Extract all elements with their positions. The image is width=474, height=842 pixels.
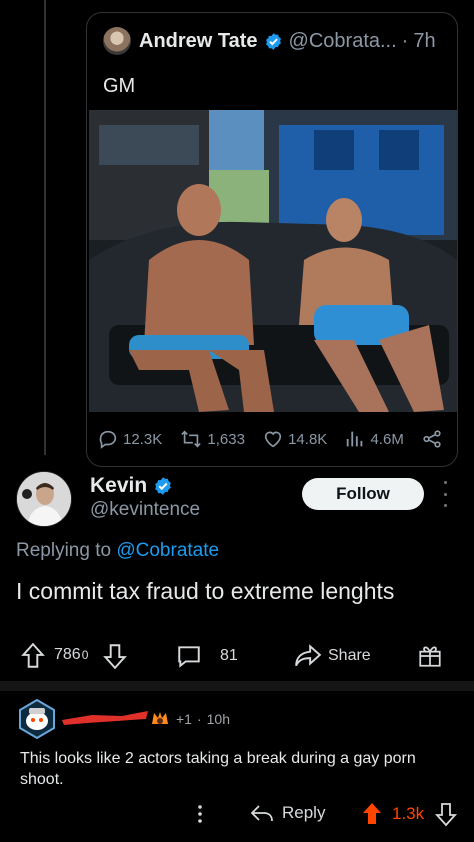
comment-meta: +1 · 10h	[150, 710, 230, 728]
replying-to-line: Replying to @Cobratate	[16, 540, 219, 562]
like-count-value: 14.8K	[288, 430, 328, 448]
tweet-photo[interactable]	[89, 110, 457, 412]
comment-downvote-button[interactable]	[434, 801, 458, 827]
tweet-time[interactable]: 7h	[413, 30, 435, 53]
comment-more-button[interactable]	[196, 804, 204, 824]
comment-time: 10h	[206, 711, 230, 727]
reply-count[interactable]: 12.3K	[97, 428, 162, 450]
retweet-icon	[181, 430, 202, 448]
reply-arrow-icon	[250, 805, 273, 822]
award-icon	[152, 712, 168, 724]
separator-dot: ·	[401, 29, 409, 52]
more-icon[interactable]	[440, 481, 450, 507]
view-count[interactable]: 4.6M	[344, 428, 404, 450]
avatar-illustration	[17, 472, 71, 526]
verified-icon	[155, 477, 172, 495]
section-divider	[0, 681, 474, 691]
downvote-button[interactable]	[102, 642, 128, 670]
comments-button[interactable]	[176, 643, 202, 669]
commenter-avatar[interactable]	[16, 698, 58, 740]
comment-upvote-button[interactable]	[360, 801, 384, 827]
comment-reply-button[interactable]: Reply	[250, 803, 325, 823]
comment-count: 81	[220, 647, 238, 664]
share-tweet[interactable]	[421, 428, 447, 450]
post-vote-value: 786	[54, 646, 81, 663]
gift-icon	[419, 646, 441, 667]
author-handle[interactable]: @Cobrata...	[289, 30, 397, 53]
more-vertical-icon	[198, 805, 202, 823]
reply-label: Reply	[282, 803, 326, 822]
view-count-value: 4.6M	[370, 430, 404, 448]
tweet-stats-bar: 12.3K 1,633 14.8K 4.6M	[87, 428, 457, 450]
verified-icon	[265, 32, 281, 50]
replying-to-mention[interactable]: @Cobratate	[116, 540, 219, 561]
retweet-count[interactable]: 1,633	[179, 428, 245, 450]
reply-tweet-text: I commit tax fraud to extreme lenghts	[16, 578, 395, 604]
redacted-username[interactable]	[62, 708, 148, 726]
like-count[interactable]: 14.8K	[262, 428, 327, 450]
thread-line	[44, 0, 46, 455]
upvote-button[interactable]	[20, 642, 46, 670]
reply-author-name-row: Kevin	[90, 474, 179, 498]
quoted-tweet-header: Andrew Tate @Cobrata... · 7h	[103, 27, 441, 55]
author-avatar[interactable]	[103, 27, 131, 55]
comment-action-bar: Reply 1.3k	[0, 798, 474, 830]
quoted-tweet-card[interactable]: Andrew Tate @Cobrata... · 7h GM 12.3K 1,…	[86, 12, 458, 467]
award-count: +1	[176, 711, 192, 727]
snoo-avatar-icon	[19, 698, 55, 740]
retweet-count-value: 1,633	[207, 430, 245, 448]
post-vote-superscript: 0	[81, 648, 89, 662]
replying-to-prefix: Replying to	[16, 540, 112, 561]
comment-text: This looks like 2 actors taking a break …	[20, 750, 416, 788]
comment-icon	[178, 646, 200, 668]
upvote-filled-icon	[363, 803, 381, 824]
upvote-icon	[21, 642, 45, 668]
post-vote-count: 786 0	[54, 646, 88, 664]
share-arrow-icon	[295, 644, 322, 667]
photo-illustration	[89, 110, 457, 412]
downvote-icon	[434, 803, 458, 827]
reply-author-avatar[interactable]	[16, 471, 72, 527]
comment-vote-count: 1.3k	[392, 804, 425, 823]
views-icon	[347, 431, 363, 447]
like-icon	[264, 431, 282, 448]
share-button[interactable]: Share	[294, 643, 371, 669]
reply-author-name[interactable]: Kevin	[90, 474, 147, 498]
share-icon	[423, 430, 441, 448]
share-label: Share	[328, 647, 371, 664]
gift-button[interactable]	[417, 643, 443, 669]
reply-count-value: 12.3K	[123, 430, 163, 448]
reply-author-handle[interactable]: @kevintence	[90, 499, 200, 521]
reply-icon	[99, 430, 117, 449]
post-action-bar: 786 0 81 Share	[0, 640, 474, 674]
author-name[interactable]: Andrew Tate	[139, 30, 258, 53]
follow-button[interactable]: Follow	[302, 478, 424, 510]
quoted-tweet-text: GM	[103, 75, 136, 97]
meta-separator: ·	[196, 711, 202, 727]
downvote-icon	[103, 644, 127, 670]
